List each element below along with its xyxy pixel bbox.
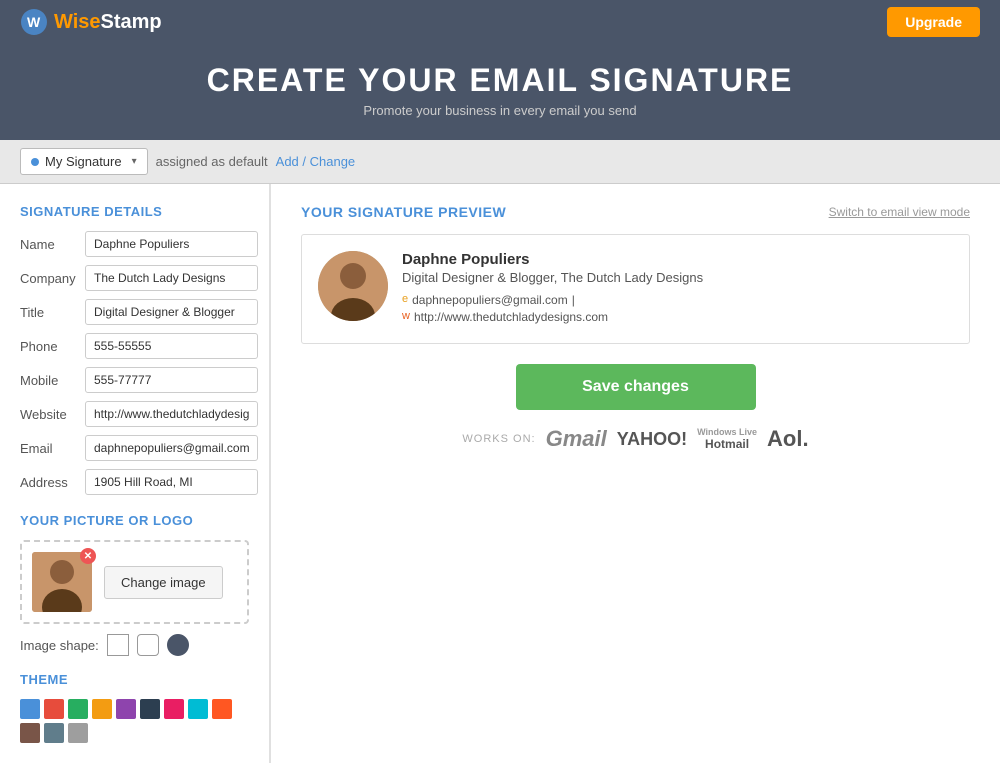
signature-preview-box: Daphne Populiers Digital Designer & Blog… (301, 234, 970, 344)
right-panel: YOUR SIGNATURE PREVIEW Switch to email v… (271, 184, 1000, 763)
signature-email-sep: | (572, 293, 575, 307)
input-name[interactable] (85, 231, 258, 257)
assigned-text: assigned as default (156, 154, 268, 169)
thumbnail-container: ✕ (32, 552, 92, 612)
shape-circle-button[interactable] (167, 634, 189, 656)
left-panel: SIGNATURE DETAILS Name Company Title Pho… (0, 184, 270, 763)
input-address[interactable] (85, 469, 258, 495)
swatch-blue[interactable] (20, 699, 40, 719)
swatch-cyan[interactable] (188, 699, 208, 719)
picture-upload-area: ✕ Change image (20, 540, 249, 624)
selector-dot (31, 158, 39, 166)
signature-email-detail: e daphnepopuliers@gmail.com | (402, 293, 953, 307)
header: W WiseStamp Upgrade (0, 0, 1000, 44)
label-company: Company (20, 271, 85, 286)
signature-selector[interactable]: My Signature ▾ (20, 148, 148, 175)
swatch-pink[interactable] (164, 699, 184, 719)
field-address-row: Address (20, 469, 249, 495)
signature-details-title: SIGNATURE DETAILS (20, 204, 249, 219)
wisestamp-logo-icon: W (20, 8, 48, 36)
swatch-brown[interactable] (20, 723, 40, 743)
signature-website-detail: w http://www.thedutchladydesigns.com (402, 310, 953, 324)
field-website-row: Website (20, 401, 249, 427)
works-on-label: WORKS ON: (462, 433, 535, 445)
field-mobile-row: Mobile (20, 367, 249, 393)
swatch-green[interactable] (68, 699, 88, 719)
label-website: Website (20, 407, 85, 422)
gmail-logo: Gmail (546, 426, 607, 452)
swatch-grey[interactable] (68, 723, 88, 743)
logo-wise: Wise (54, 11, 101, 33)
signature-website-value: http://www.thedutchladydesigns.com (414, 310, 608, 324)
swatch-orange[interactable] (92, 699, 112, 719)
logo-area: W WiseStamp (20, 8, 162, 36)
field-company-row: Company (20, 265, 249, 291)
signature-photo (318, 251, 388, 321)
input-phone[interactable] (85, 333, 258, 359)
field-title-row: Title (20, 299, 249, 325)
swatch-red[interactable] (44, 699, 64, 719)
field-email-row: Email (20, 435, 249, 461)
works-on-section: WORKS ON: Gmail YAHOO! Windows LiveHotma… (301, 426, 970, 452)
label-address: Address (20, 475, 85, 490)
swatch-deep-orange[interactable] (212, 699, 232, 719)
svg-text:W: W (27, 14, 41, 30)
hero-section: CREATE YOUR EMAIL SIGNATURE Promote your… (0, 44, 1000, 140)
field-phone-row: Phone (20, 333, 249, 359)
preview-header: YOUR SIGNATURE PREVIEW Switch to email v… (301, 204, 970, 220)
yahoo-logo: YAHOO! (617, 429, 687, 450)
input-mobile[interactable] (85, 367, 258, 393)
shape-rounded-button[interactable] (137, 634, 159, 656)
aol-logo: Aol. (767, 426, 809, 452)
label-email: Email (20, 441, 85, 456)
input-company[interactable] (85, 265, 258, 291)
hero-title: CREATE YOUR EMAIL SIGNATURE (0, 62, 1000, 99)
color-swatches (20, 699, 249, 743)
swatch-dark[interactable] (140, 699, 160, 719)
toolbar: My Signature ▾ assigned as default Add /… (0, 140, 1000, 184)
signature-title: Digital Designer & Blogger, The Dutch La… (402, 270, 953, 285)
web-icon: w (402, 310, 410, 324)
email-icon: e (402, 293, 408, 307)
input-email[interactable] (85, 435, 258, 461)
chevron-down-icon: ▾ (132, 156, 137, 167)
save-changes-button[interactable]: Save changes (516, 364, 756, 410)
hotmail-logo: Windows LiveHotmail (697, 427, 757, 451)
preview-title: YOUR SIGNATURE PREVIEW (301, 204, 506, 220)
remove-image-button[interactable]: ✕ (80, 548, 96, 564)
email-view-link[interactable]: Switch to email view mode (829, 205, 970, 219)
hero-subtitle: Promote your business in every email you… (0, 103, 1000, 118)
picture-section: YOUR PICTURE OR LOGO ✕ Change image (20, 513, 249, 656)
main-content: SIGNATURE DETAILS Name Company Title Pho… (0, 184, 1000, 763)
logo-stamp: Stamp (101, 11, 162, 33)
field-name-row: Name (20, 231, 249, 257)
signature-name: My Signature (45, 154, 122, 169)
upgrade-button[interactable]: Upgrade (887, 7, 980, 37)
picture-title: YOUR PICTURE OR LOGO (20, 513, 249, 528)
label-phone: Phone (20, 339, 85, 354)
swatch-blue-grey[interactable] (44, 723, 64, 743)
input-website[interactable] (85, 401, 258, 427)
signature-email-value: daphnepopuliers@gmail.com (412, 293, 568, 307)
label-title: Title (20, 305, 85, 320)
label-name: Name (20, 237, 85, 252)
input-title[interactable] (85, 299, 258, 325)
image-shape-label: Image shape: (20, 638, 99, 653)
change-image-button[interactable]: Change image (104, 566, 223, 599)
theme-section: THEME (20, 672, 249, 743)
swatch-purple[interactable] (116, 699, 136, 719)
add-change-link[interactable]: Add / Change (276, 154, 356, 169)
shape-square-button[interactable] (107, 634, 129, 656)
theme-title: THEME (20, 672, 249, 687)
signature-info: Daphne Populiers Digital Designer & Blog… (402, 251, 953, 327)
signature-details-section: SIGNATURE DETAILS Name Company Title Pho… (20, 204, 249, 495)
signature-photo-image (318, 251, 388, 321)
label-mobile: Mobile (20, 373, 85, 388)
signature-name: Daphne Populiers (402, 251, 953, 268)
image-shape-row: Image shape: (20, 634, 249, 656)
logo-text: WiseStamp (54, 11, 162, 34)
